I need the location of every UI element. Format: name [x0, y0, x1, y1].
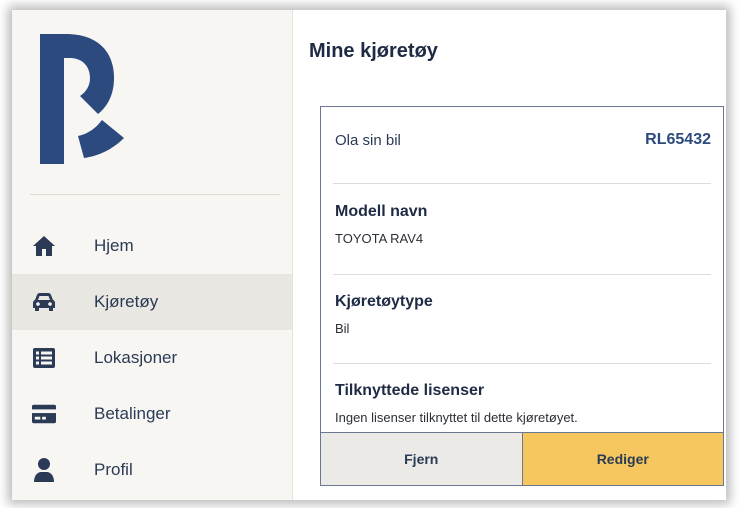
vehicle-type-label: Kjøretøytype — [335, 293, 433, 310]
edit-button[interactable]: Rediger — [522, 433, 723, 485]
sidebar-item-label: Betalinger — [94, 404, 171, 423]
credit-card-icon — [32, 402, 56, 426]
sidebar-nav: Hjem Kjøretøy Lokasjoner Betalinger Prof… — [12, 218, 292, 498]
main-content: Mine kjøretøy Ola sin bil RL65432 Modell… — [293, 10, 726, 500]
card-actions: Fjern Rediger — [321, 432, 723, 485]
sidebar-item-betalinger[interactable]: Betalinger — [12, 386, 292, 442]
sidebar-item-label: Lokasjoner — [94, 348, 178, 367]
sidebar-item-profil[interactable]: Profil — [12, 442, 292, 498]
sidebar-divider — [30, 194, 280, 195]
car-icon — [32, 290, 56, 314]
model-value: TOYOTA RAV4 — [335, 231, 424, 246]
brand-logo[interactable] — [40, 34, 130, 164]
registration-number: RL65432 — [645, 131, 711, 148]
vehicle-type-field: Kjøretøytype Bil — [335, 293, 711, 336]
vehicle-name: Ola sin bil — [335, 131, 401, 149]
model-field: Modell navn TOYOTA RAV4 — [335, 203, 711, 246]
sidebar: Hjem Kjøretøy Lokasjoner Betalinger Prof… — [12, 10, 293, 500]
page-title: Mine kjøretøy — [309, 40, 438, 62]
home-icon — [32, 234, 56, 258]
licenses-value: Ingen lisenser tilknyttet til dette kjør… — [335, 410, 578, 425]
licenses-label: Tilknyttede lisenser — [335, 382, 485, 399]
remove-button[interactable]: Fjern — [321, 433, 523, 485]
sidebar-item-label: Kjøretøy — [94, 292, 159, 311]
sidebar-item-hjem[interactable]: Hjem — [12, 218, 292, 274]
divider — [333, 363, 711, 364]
sidebar-item-label: Hjem — [94, 236, 134, 255]
list-icon — [32, 346, 56, 370]
sidebar-item-kjoretoy[interactable]: Kjøretøy — [12, 274, 292, 330]
app-window: Hjem Kjøretøy Lokasjoner Betalinger Prof… — [12, 10, 726, 500]
user-icon — [32, 458, 56, 482]
sidebar-item-label: Profil — [94, 460, 133, 479]
vehicle-card: Ola sin bil RL65432 Modell navn TOYOTA R… — [320, 106, 724, 486]
divider — [333, 274, 711, 275]
vehicle-type-value: Bil — [335, 321, 350, 336]
sidebar-item-lokasjoner[interactable]: Lokasjoner — [12, 330, 292, 386]
vehicle-card-header: Ola sin bil RL65432 — [335, 131, 711, 149]
divider — [333, 183, 711, 184]
model-label: Modell navn — [335, 203, 428, 220]
licenses-field: Tilknyttede lisenser Ingen lisenser tilk… — [335, 382, 711, 425]
